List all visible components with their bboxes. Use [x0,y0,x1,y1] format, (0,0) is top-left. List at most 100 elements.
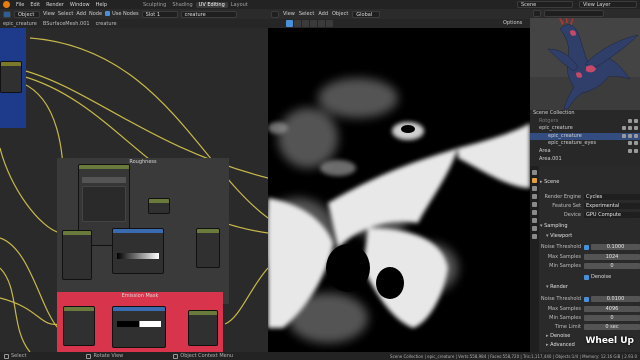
transform-orientation-dropdown[interactable]: Global [352,10,381,18]
node-editor-canvas[interactable]: Roughness Emission Mask [0,28,268,352]
scene-tab-icon[interactable] [532,202,537,207]
move-icon[interactable] [302,20,309,27]
node-math[interactable] [148,198,170,214]
viewport-menu-object[interactable]: Object [332,11,348,17]
outliner-panel[interactable]: Scene Collection Rotgers epic_creature e… [530,110,640,166]
feature-set-dropdown[interactable]: Experimental [584,203,640,209]
denoise-label: Denoise [591,274,612,280]
viewport-min-samples-row: Min Samples 0 [540,262,640,270]
visibility-icons[interactable] [628,141,638,146]
outliner-editor-type[interactable] [533,10,541,17]
render-tab-icon[interactable] [532,178,537,183]
breadcrumb-object[interactable]: epic_creature [3,21,37,27]
object-tab-icon[interactable] [532,218,537,223]
render-noise-threshold-checkbox[interactable] [584,296,589,302]
rotate-icon[interactable] [310,20,317,27]
denoise-checkbox[interactable] [584,274,589,280]
use-nodes-toggle[interactable]: Use Nodes [105,11,139,17]
material-field[interactable]: creature [180,10,237,18]
outliner-row-epic-creature-eyes[interactable]: epic_creature_eyes [530,140,640,148]
node-menu-view[interactable]: View [43,11,55,17]
render-engine-dropdown[interactable]: Cycles [584,194,640,200]
node-emission-ramp[interactable] [112,306,166,348]
viewport-canvas[interactable] [268,28,530,352]
outliner-row-epic-creature-object[interactable]: epic_creature [530,132,640,141]
node-menu-select[interactable]: Select [58,11,73,17]
outliner-row-scene-collection[interactable]: Scene Collection [530,110,640,118]
sampling-section[interactable]: Sampling [540,222,640,230]
viewport-min-samples-field[interactable]: 0 [584,263,640,269]
breadcrumb-mesh[interactable]: BSurfaceMesh.001 [43,21,90,27]
outliner-row-epic-creature-collection[interactable]: epic_creature [530,125,640,133]
cursor-icon[interactable] [294,20,301,27]
visibility-icons[interactable] [622,133,638,138]
render-subsection[interactable]: Render [546,283,640,291]
outliner-row-rotgers[interactable]: Rotgers [530,118,640,126]
viewport-menu-view[interactable]: View [283,11,295,17]
outliner-search-input[interactable] [544,10,604,17]
material-tab-icon[interactable] [532,234,537,239]
device-dropdown[interactable]: GPU Compute [584,212,640,218]
properties-panel[interactable]: Scene Render EngineCycles Feature SetExp… [530,166,640,352]
viewport-max-samples-row: Max Samples 1024 [540,253,640,261]
menu-window[interactable]: Window [67,2,93,8]
viewport-editor-type[interactable] [271,10,279,18]
scene-selector[interactable]: Scene [517,1,573,8]
menu-file[interactable]: File [13,2,27,8]
node-color-ramp[interactable] [112,228,164,274]
workspace-tab-shading[interactable]: Shading [169,2,195,8]
blender-logo-icon[interactable] [3,1,10,8]
viewport-max-samples-field[interactable]: 1024 [584,254,640,260]
viewport-menu-add[interactable]: Add [318,11,328,17]
render-min-samples-field[interactable]: 0 [584,315,640,321]
render-max-samples-row: Max Samples 4096 [540,305,640,313]
node-top-left[interactable] [0,61,22,93]
select-box-icon[interactable] [286,20,293,27]
visibility-icons[interactable] [628,148,638,153]
menu-render[interactable]: Render [43,2,67,8]
editor-type-dropdown[interactable] [3,10,11,18]
breadcrumb-material[interactable]: creature [96,21,117,27]
visibility-icons[interactable] [628,118,638,123]
node-emission-input[interactable] [63,306,95,346]
viewport-toolbar [268,19,530,28]
emission-ramp-gradient[interactable] [117,321,161,327]
image-selector[interactable] [82,177,126,183]
viewport-subsection[interactable]: Viewport [546,232,640,240]
menu-help[interactable]: Help [93,2,110,8]
view-layer-tab-icon[interactable] [532,194,537,199]
transform-icon[interactable] [326,20,333,27]
node-input-left[interactable] [62,230,92,280]
world-tab-icon[interactable] [532,210,537,215]
time-limit-field[interactable]: 0 sec [584,324,640,330]
modifier-tab-icon[interactable] [532,226,537,231]
workspace-tab-layout[interactable]: Layout [228,2,251,8]
node-mix[interactable] [196,228,220,268]
workspace-tab-sculpting[interactable]: Sculpting [140,2,169,8]
render-max-samples-field[interactable]: 4096 [584,306,640,312]
image-settings-panel [82,186,126,222]
viewport-noise-threshold-field[interactable]: 0.1000 [591,244,640,250]
scale-icon[interactable] [318,20,325,27]
outliner-row-area[interactable]: Area [530,148,640,156]
outliner-row-area-001[interactable]: Area.001 [530,156,640,164]
node-menu-node[interactable]: Node [89,11,102,17]
status-context-menu: Object Context Menu [180,353,234,359]
render-noise-threshold-field[interactable]: 0.0100 [591,296,640,302]
slot-dropdown[interactable]: Slot 1 [141,10,178,18]
viewport-menu-select[interactable]: Select [299,11,314,17]
shader-type-dropdown[interactable]: Object [14,10,40,18]
props-scene-title: Scene [540,178,640,186]
output-tab-icon[interactable] [532,186,537,191]
workspace-tab-uv-editing[interactable]: UV Editing [195,1,228,8]
viewport-denoise-row: Denoise [540,273,640,281]
properties-tabs [530,166,539,352]
menu-edit[interactable]: Edit [27,2,43,8]
visibility-icons[interactable] [622,126,638,131]
view-layer-selector[interactable]: View Layer [579,1,637,8]
node-emission-mix[interactable] [188,310,218,346]
noise-threshold-checkbox[interactable] [584,244,589,250]
ramp-gradient[interactable] [117,253,159,259]
tool-tab-icon[interactable] [532,170,537,175]
node-menu-add[interactable]: Add [76,11,86,17]
